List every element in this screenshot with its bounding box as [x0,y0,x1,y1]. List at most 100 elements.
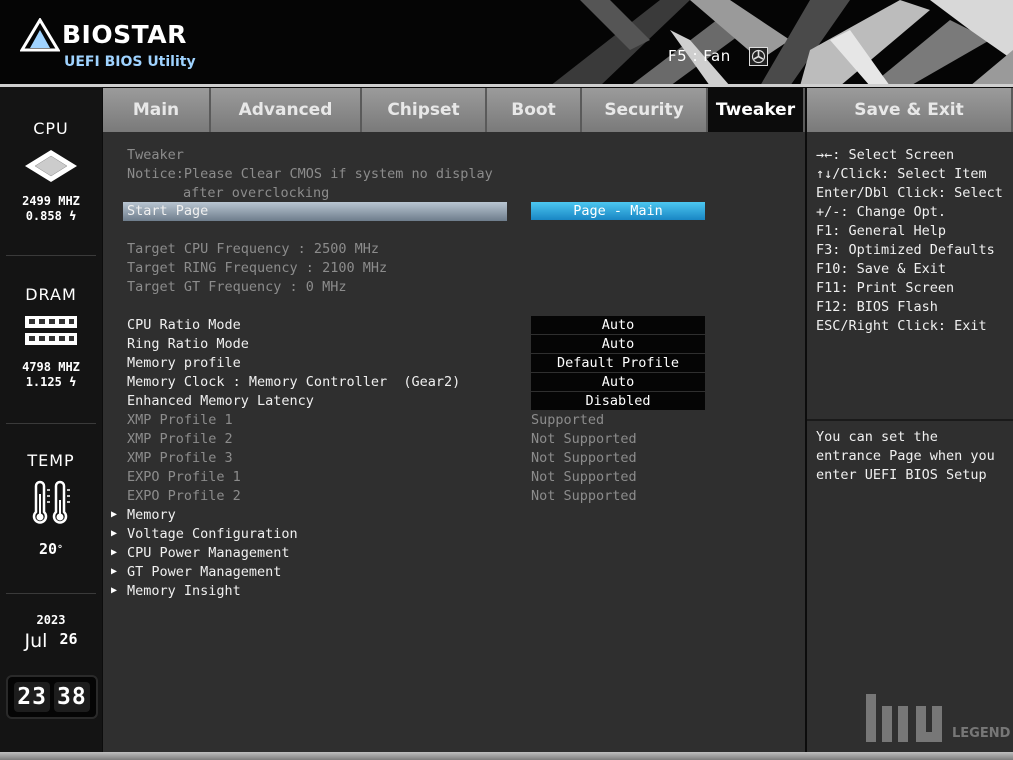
help-print-screen: F11: Print Screen [816,280,955,296]
memory-profile-value[interactable]: Default Profile [531,354,705,372]
temperature-value: 20° [38,540,64,558]
enhanced-memory-latency-value[interactable]: Disabled [531,392,705,410]
target-ring-frequency: Target RING Frequency : 2100 MHz [127,260,388,276]
dram-module-icon [25,316,77,345]
temp-title: TEMP [27,451,75,470]
submenu-arrow-icon: ▶ [111,547,118,558]
ring-ratio-mode-label[interactable]: Ring Ratio Mode [127,335,249,353]
bottom-bar [0,752,1013,760]
cpu-ratio-mode-label[interactable]: CPU Ratio Mode [127,316,241,334]
help-save-exit: F10: Save & Exit [816,261,947,277]
watermark-logo: LEGEND [860,692,1010,752]
cpu-title: CPU [33,119,69,138]
expo-profile-2-label: EXPO Profile 2 [127,488,241,504]
dram-section: DRAM 4798 MHZ 1.125 ϟ [0,285,102,390]
degree-icon: ° [57,544,64,555]
tab-advanced[interactable]: Advanced [211,88,362,132]
date-year: 2023 [36,613,66,627]
divider [6,593,96,594]
dram-voltage: 1.125 ϟ [25,375,77,389]
help-general-help: F1: General Help [816,223,947,239]
memory-clock-value[interactable]: Auto [531,373,705,391]
tab-save-exit[interactable]: Save & Exit [807,88,1013,132]
help-divider [807,419,1013,421]
submenu-arrow-icon: ▶ [111,509,118,520]
tab-boot[interactable]: Boot [487,88,582,132]
start-page-label[interactable]: Start Page [127,202,208,220]
header-divider [0,84,1013,87]
memory-profile-label[interactable]: Memory profile [127,354,241,372]
fan-icon[interactable] [749,47,768,66]
submenu-voltage-configuration[interactable]: Voltage Configuration [127,525,298,543]
submenu-arrow-icon: ▶ [111,585,118,596]
biostar-logo-icon [20,18,60,52]
submenu-memory-insight[interactable]: Memory Insight [127,582,241,600]
tab-security[interactable]: Security [582,88,708,132]
enhanced-memory-latency-label[interactable]: Enhanced Memory Latency [127,392,314,410]
help-change-option: +/-: Change Opt. [816,204,947,220]
ring-ratio-mode-value[interactable]: Auto [531,335,705,353]
brand-subtitle: UEFI BIOS Utility [64,54,196,70]
tab-tweaker[interactable]: Tweaker [708,88,805,132]
cpu-voltage: 0.858 ϟ [25,209,77,223]
tab-main[interactable]: Main [103,88,211,132]
clock-hour: 23 [14,682,50,712]
notice-text-continued: after overclocking [183,185,330,201]
memory-clock-label[interactable]: Memory Clock : Memory Controller (Gear2) [127,373,460,391]
biostar-logo: BIOSTAR UEFI BIOS Utility [20,14,210,74]
help-bios-flash: F12: BIOS Flash [816,299,938,315]
help-optimized-defaults: F3: Optimized Defaults [816,242,995,258]
help-select-screen: →←: Select Screen [816,147,955,163]
help-panel: →←: Select Screen ↑↓/Click: Select Item … [807,132,1013,754]
submenu-memory[interactable]: Memory [127,506,176,524]
cpu-section: CPU 2499 MHZ 0.858 ϟ [0,119,102,224]
expo-profile-2-value: Not Supported [531,488,637,504]
item-description: You can set the entrance Page when you e… [816,429,995,483]
xmp-profile-1-label: XMP Profile 1 [127,412,233,428]
date-month: Jul [24,630,48,652]
cpu-chip-icon [25,150,77,182]
settings-panel: Tweaker Notice:Please Clear CMOS if syst… [103,132,805,754]
help-enter-select: Enter/Dbl Click: Select [816,185,1003,201]
voltage-icon: ϟ [69,375,77,389]
fan-hotkey-label[interactable]: F5 : Fan [668,47,731,65]
xmp-profile-2-label: XMP Profile 2 [127,431,233,447]
brand-name: BIOSTAR [62,20,187,49]
header-art [550,0,1013,86]
temp-section: TEMP 20° [0,451,102,557]
start-page-value[interactable]: Page - Main [531,202,705,220]
submenu-cpu-power-management[interactable]: CPU Power Management [127,544,290,562]
help-exit: ESC/Right Click: Exit [816,318,987,334]
clock: 23 38 [6,675,98,719]
date-day: 26 [59,630,78,648]
key-help-list: →←: Select Screen ↑↓/Click: Select Item … [816,146,1003,336]
target-cpu-frequency: Target CPU Frequency : 2500 MHz [127,241,379,257]
dram-title: DRAM [25,285,77,304]
date-section: 2023 Jul 26 [0,613,102,652]
xmp-profile-3-label: XMP Profile 3 [127,450,233,466]
submenu-arrow-icon: ▶ [111,528,118,539]
thermometer-icon [32,480,70,524]
cpu-frequency: 2499 MHZ [22,194,80,208]
xmp-profile-1-value: Supported [531,412,605,428]
divider [6,423,96,424]
submenu-gt-power-management[interactable]: GT Power Management [127,563,281,581]
watermark-text: LEGEND [952,726,1011,741]
system-status-panel: CPU 2499 MHZ 0.858 ϟ DRAM 4798 MHZ 1.125… [0,87,102,760]
voltage-icon: ϟ [69,209,77,223]
expo-profile-1-value: Not Supported [531,469,637,485]
clock-minute: 38 [54,682,90,712]
notice-text: Notice:Please Clear CMOS if system no di… [127,166,493,182]
help-select-item: ↑↓/Click: Select Item [816,166,987,182]
submenu-arrow-icon: ▶ [111,566,118,577]
divider [6,255,96,256]
tab-chipset[interactable]: Chipset [362,88,487,132]
expo-profile-1-label: EXPO Profile 1 [127,469,241,485]
xmp-profile-3-value: Not Supported [531,450,637,466]
tab-bar: Main Advanced Chipset Boot Security Twea… [103,88,1013,132]
header-bar: BIOSTAR UEFI BIOS Utility F5 : Fan [0,0,1013,86]
cpu-ratio-mode-value[interactable]: Auto [531,316,705,334]
dram-frequency: 4798 MHZ [22,360,80,374]
target-gt-frequency: Target GT Frequency : 0 MHz [127,279,347,295]
xmp-profile-2-value: Not Supported [531,431,637,447]
